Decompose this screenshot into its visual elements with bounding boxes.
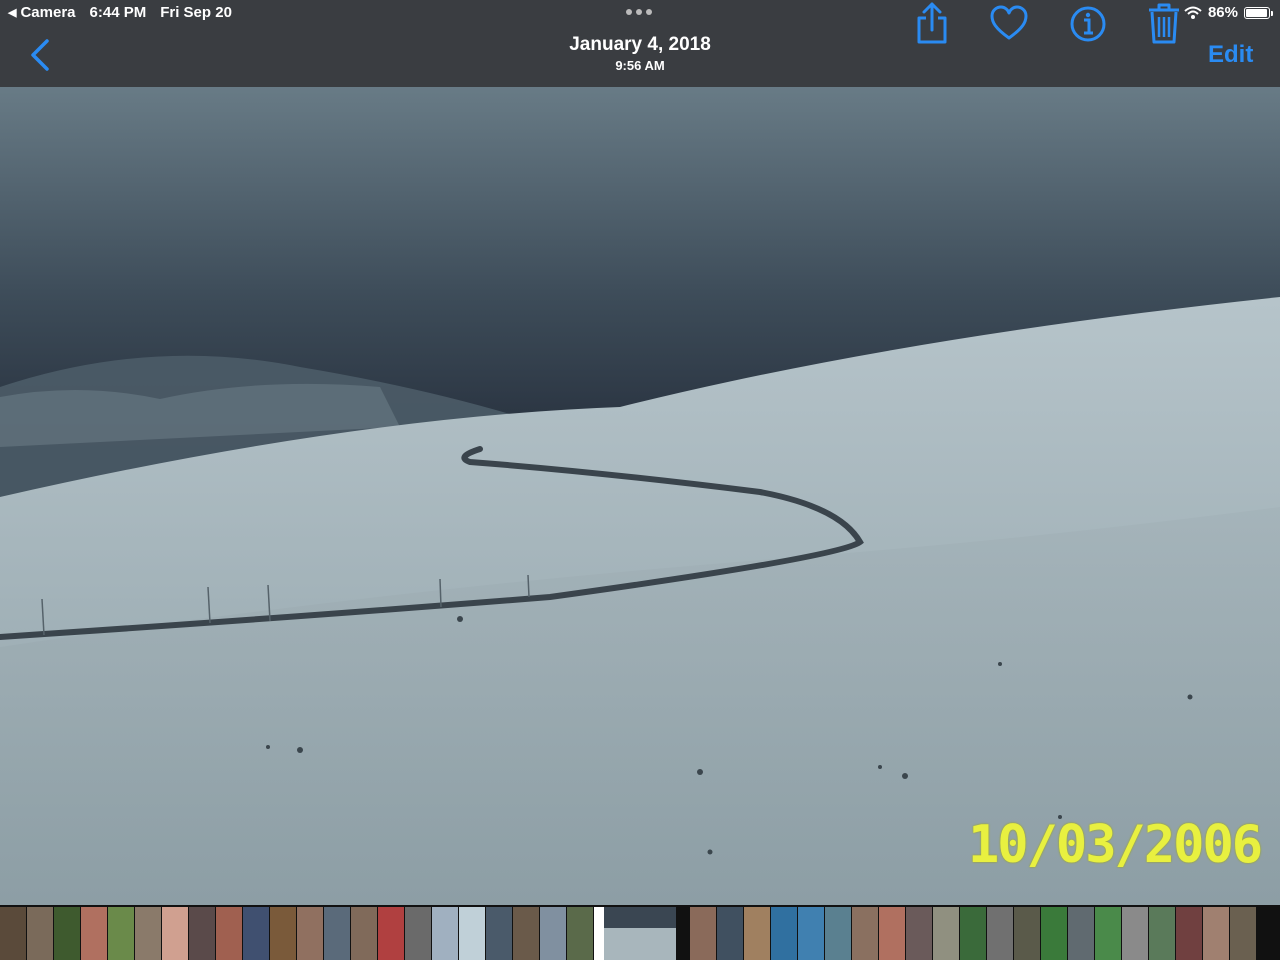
battery-icon bbox=[1244, 6, 1273, 19]
thumbnail[interactable] bbox=[243, 907, 269, 960]
status-date: Fri Sep 20 bbox=[160, 4, 232, 21]
top-bar: ◀ Camera 6:44 PM Fri Sep 20 86% January … bbox=[0, 0, 1280, 87]
thumbnail[interactable] bbox=[798, 907, 824, 960]
photo-date: January 4, 2018 bbox=[569, 34, 711, 55]
thumbnail[interactable] bbox=[690, 907, 716, 960]
thumbnail[interactable] bbox=[1041, 907, 1067, 960]
thumbnail[interactable] bbox=[744, 907, 770, 960]
back-triangle-icon: ◀ bbox=[8, 7, 17, 19]
thumbnail-strip[interactable] bbox=[0, 905, 1280, 960]
thumbnail[interactable] bbox=[270, 907, 296, 960]
snow-landscape-photo bbox=[0, 87, 1280, 905]
info-icon[interactable] bbox=[1068, 0, 1108, 48]
thumbnail[interactable] bbox=[987, 907, 1013, 960]
thumbnail[interactable] bbox=[378, 907, 404, 960]
thumbnail[interactable] bbox=[513, 907, 539, 960]
multitasking-dots[interactable] bbox=[626, 9, 654, 17]
share-icon[interactable] bbox=[912, 0, 952, 48]
thumbnail[interactable] bbox=[567, 907, 593, 960]
photo-time: 9:56 AM bbox=[615, 58, 665, 73]
trash-icon[interactable] bbox=[1144, 0, 1184, 48]
thumbnail[interactable] bbox=[1203, 907, 1229, 960]
back-chevron-icon[interactable] bbox=[26, 38, 56, 72]
status-time: 6:44 PM bbox=[89, 4, 147, 21]
thumbnail[interactable] bbox=[1122, 907, 1148, 960]
thumbnail[interactable] bbox=[1176, 907, 1202, 960]
thumbnail[interactable] bbox=[81, 907, 107, 960]
thumbnail[interactable] bbox=[879, 907, 905, 960]
heart-icon[interactable] bbox=[989, 0, 1029, 48]
thumbnail[interactable] bbox=[54, 907, 80, 960]
thumbnail[interactable] bbox=[906, 907, 932, 960]
thumbnail[interactable] bbox=[1149, 907, 1175, 960]
thumbnail[interactable] bbox=[324, 907, 350, 960]
back-app-label: Camera bbox=[20, 4, 76, 21]
photo-view[interactable]: 10/03/2006 bbox=[0, 87, 1280, 905]
wifi-icon bbox=[1184, 6, 1202, 19]
thumbnail[interactable] bbox=[540, 907, 566, 960]
thumbnail[interactable] bbox=[189, 907, 215, 960]
photo-title: January 4, 2018 9:56 AM bbox=[440, 34, 840, 73]
thumbnail[interactable] bbox=[1095, 907, 1121, 960]
thumbnail[interactable] bbox=[351, 907, 377, 960]
thumbnail[interactable] bbox=[486, 907, 512, 960]
thumbnail[interactable] bbox=[933, 907, 959, 960]
edit-button[interactable]: Edit bbox=[1208, 41, 1253, 69]
thumbnail[interactable] bbox=[960, 907, 986, 960]
thumbnail[interactable] bbox=[1068, 907, 1094, 960]
thumbnail[interactable] bbox=[108, 907, 134, 960]
thumbnail[interactable] bbox=[27, 907, 53, 960]
thumbnail[interactable] bbox=[216, 907, 242, 960]
thumbnail[interactable] bbox=[825, 907, 851, 960]
thumbnail[interactable] bbox=[1014, 907, 1040, 960]
back-to-app-link[interactable]: ◀ Camera bbox=[8, 4, 76, 21]
thumbnail[interactable] bbox=[135, 907, 161, 960]
battery-percent: 86% bbox=[1207, 4, 1238, 21]
thumbnail[interactable] bbox=[297, 907, 323, 960]
date-stamp: 10/03/2006 bbox=[968, 815, 1263, 875]
thumbnail[interactable] bbox=[405, 907, 431, 960]
selected-thumbnail[interactable] bbox=[604, 907, 676, 960]
thumbnail[interactable] bbox=[1230, 907, 1256, 960]
thumbnail[interactable] bbox=[771, 907, 797, 960]
thumbnail[interactable] bbox=[0, 907, 26, 960]
thumbnail[interactable] bbox=[717, 907, 743, 960]
thumbnail[interactable] bbox=[162, 907, 188, 960]
thumbnail[interactable] bbox=[852, 907, 878, 960]
thumbnail[interactable] bbox=[459, 907, 485, 960]
thumbnail[interactable] bbox=[432, 907, 458, 960]
